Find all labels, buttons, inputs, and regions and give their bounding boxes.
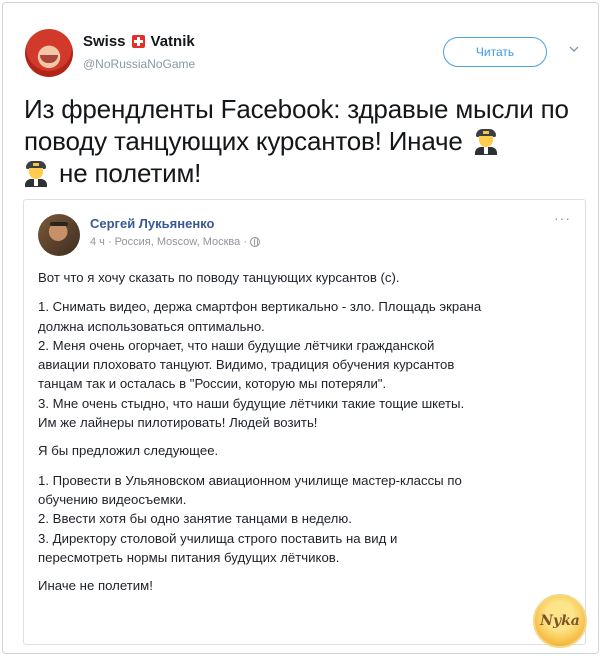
author-name[interactable]: Swiss Vatnik [83,33,195,50]
fb-paragraph: 1. Снимать видео, держа смартфон вертика… [38,299,482,431]
fb-paragraph: Иначе не полетим! [38,578,153,594]
swiss-flag-icon [131,35,145,48]
pilot-emoji-icon [474,129,498,155]
more-options-icon[interactable]: ··· [554,210,571,226]
fb-post-meta-text: 4 ч · Россия, Moscow, Москва · [90,236,247,248]
pilot-emoji-icon [24,161,48,187]
globe-icon [250,237,260,247]
embedded-facebook-post[interactable]: Сергей Лукьяненко 4 ч · Россия, Moscow, … [23,199,586,645]
follow-button[interactable]: Читать [443,37,547,67]
chevron-down-icon[interactable] [568,43,580,55]
author-name-left[interactable]: Swiss [83,33,126,50]
fb-author-avatar[interactable] [38,214,80,256]
fb-post-meta: 4 ч · Россия, Moscow, Москва · [90,236,260,248]
watermark-logo: Nyka [533,594,587,648]
fb-post-body: Вот что я хочу сказать по поводу танцующ… [38,268,574,605]
fb-paragraph: 1. Провести в Ульяновском авиационном уч… [38,472,462,565]
fb-paragraph: Я бы предложил следующее. [38,443,219,459]
tweet-text-part2: не полетим! [59,158,202,188]
author-name-right[interactable]: Vatnik [151,33,195,50]
author-handle[interactable]: @NoRussiaNoGame [83,57,195,71]
tweet-text: Из френдленты Facebook: здравые мысли по… [24,93,584,189]
tweet-card: Swiss Vatnik @NoRussiaNoGame Читать Из ф… [2,2,599,654]
watermark-text: Nyka [540,613,580,629]
fb-paragraph: Вот что я хочу сказать по поводу танцующ… [38,270,400,285]
author-avatar[interactable] [25,29,73,77]
fb-author-name[interactable]: Сергей Лукьяненко [90,216,214,231]
